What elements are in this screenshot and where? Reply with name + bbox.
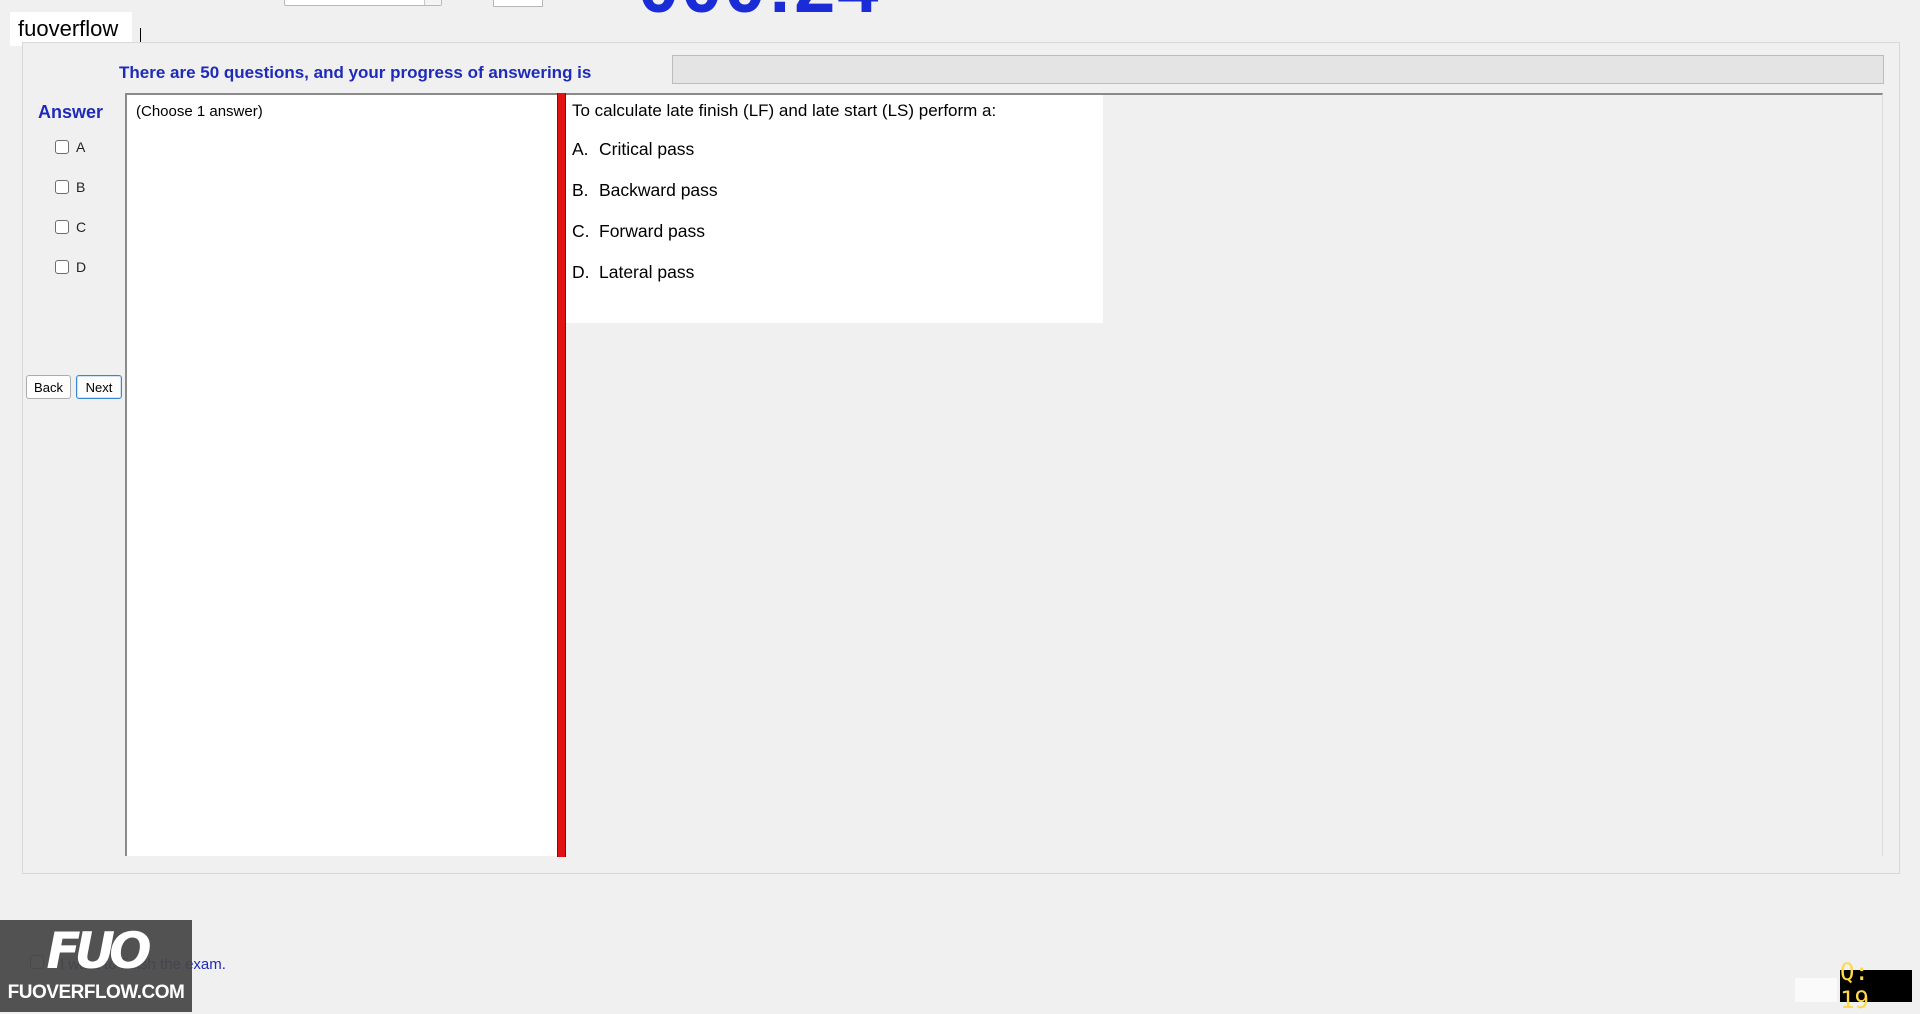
choice-letter: D.	[572, 262, 590, 282]
question-text: To calculate late finish (LF) and late s…	[572, 101, 997, 120]
choice-d: D. Lateral pass	[572, 262, 694, 283]
checkbox[interactable]	[55, 180, 69, 194]
choice-text: Backward pass	[599, 180, 718, 200]
question-panel: To calculate late finish (LF) and late s…	[566, 93, 1883, 856]
progress-label: There are 50 questions, and your progres…	[119, 63, 592, 82]
watermark-label: fuoverflow	[10, 12, 133, 46]
exam-code-combobox[interactable]	[284, 0, 442, 6]
choice-letter: B.	[572, 180, 589, 200]
choice-text: Forward pass	[599, 221, 706, 241]
status-field	[1795, 978, 1837, 1002]
combobox-arrow-icon[interactable]	[424, 0, 441, 5]
checkbox[interactable]	[55, 220, 69, 234]
checkbox[interactable]	[55, 260, 69, 274]
choice-b: B. Backward pass	[572, 180, 718, 201]
logo-mark: FUO	[46, 922, 151, 980]
answer-option-d[interactable]: D	[55, 259, 86, 275]
choice-letter: A.	[572, 139, 589, 159]
option-label: B	[76, 179, 86, 195]
panel-splitter[interactable]	[557, 93, 566, 857]
font-size-field[interactable]	[493, 0, 543, 7]
option-label: A	[76, 139, 86, 155]
choice-text: Lateral pass	[599, 262, 695, 282]
choice-letter: C.	[572, 221, 590, 241]
answer-option-b[interactable]: B	[55, 179, 85, 195]
answer-option-a[interactable]: A	[55, 139, 85, 155]
option-label: C	[76, 219, 87, 235]
instruction-panel: (Choose 1 answer)	[125, 93, 557, 856]
fuoverflow-logo: FUO FUOVERFLOW.COM	[0, 920, 192, 1012]
next-button[interactable]: Next	[76, 375, 122, 399]
choice-c: C. Forward pass	[572, 221, 705, 242]
answer-option-c[interactable]: C	[55, 219, 86, 235]
choose-hint: (Choose 1 answer)	[136, 103, 263, 120]
choice-a: A. Critical pass	[572, 139, 694, 160]
option-label: D	[76, 259, 87, 275]
checkbox[interactable]	[55, 140, 69, 154]
back-button[interactable]: Back	[26, 375, 71, 399]
progress-bar	[672, 55, 1884, 84]
countdown-timer: 000:24	[638, 0, 880, 24]
question-number-badge: Q: 19	[1840, 958, 1912, 1014]
logo-url: FUOVERFLOW.COM	[7, 982, 185, 1003]
question-box: To calculate late finish (LF) and late s…	[566, 95, 1103, 323]
choice-text: Critical pass	[599, 139, 695, 159]
answer-title: Answer	[38, 102, 104, 122]
